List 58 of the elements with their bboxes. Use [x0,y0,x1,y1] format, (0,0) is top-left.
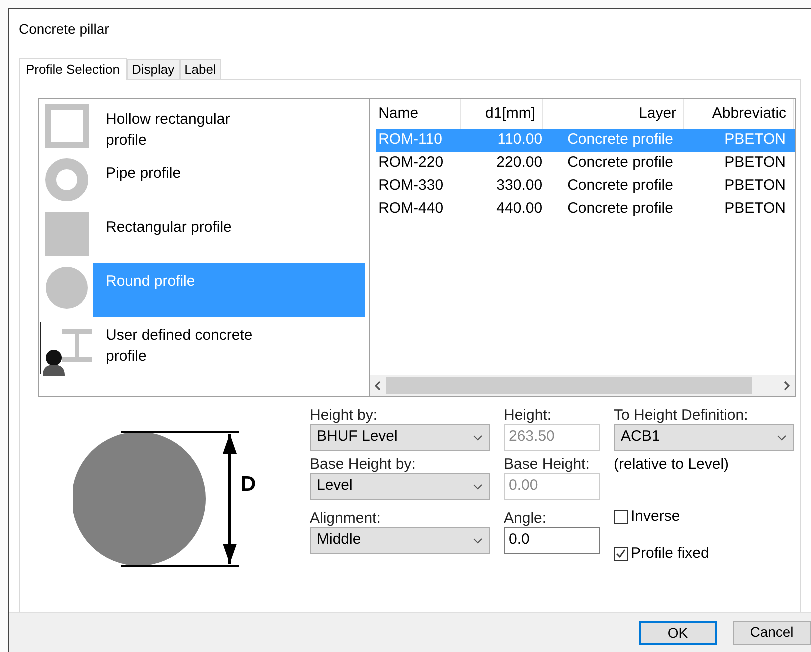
table-cell-text: Concrete profile [566,199,674,220]
table-row[interactable]: ROM-220 220.00 Concrete profile PBETON [376,152,795,175]
field-label: Base Height: [504,456,591,473]
table-cell-text: PBETON [724,153,787,174]
dialog-button[interactable]: Cancel [733,620,811,644]
table-cell-text: PBETON [724,176,787,196]
tab[interactable]: Display [126,59,180,79]
table-cell-text: PBETON [724,130,787,150]
chevron-left-icon [374,380,381,390]
table-cell-text: ROM-330 [378,176,445,196]
table-cell-text: 220.00 [496,153,544,174]
table-cell-text: ROM-440 [378,199,445,220]
table-cell-text: ROM-110 [378,130,444,150]
table-cell-text: ROM-220 [378,153,445,174]
window-title: Concrete pillar [19,20,110,39]
list-item[interactable]: Hollow rectangular profile [93,101,365,155]
scrollbar-thumb[interactable] [386,377,752,394]
dropdown[interactable]: BHUF Level [310,424,490,451]
table-cell-text: Concrete profile [566,176,674,196]
field-label: To Height Definition: [614,407,750,424]
dimension-label: D [241,472,256,498]
field-label: Height by: [310,407,379,424]
ring-icon [45,158,89,202]
field-label: Height: [504,407,553,424]
checkbox[interactable]: Inverse [614,506,794,528]
table-cell-text: PBETON [724,199,787,220]
tab[interactable]: Label [180,59,222,79]
list-item[interactable]: User defined concrete profile [93,317,365,371]
square-icon [45,212,89,256]
chevron-right-icon [784,380,790,390]
table-cell-text: Concrete profile [566,153,674,174]
table-cell-text: Concrete profile [566,130,674,150]
table-cell-text: 110.00 [496,130,544,150]
dropdown[interactable]: Middle [310,527,490,554]
field-label: Base Height by: [310,456,417,473]
chevron-down-icon [777,434,787,440]
dropdown[interactable]: ACB1 [614,424,794,451]
list-item[interactable]: Rectangular profile [93,209,365,263]
table-cell-text: 440.00 [496,199,544,220]
dropdown[interactable]: Level [310,473,490,500]
checkmark-icon [616,548,626,559]
field-label: Alignment: [310,510,382,527]
tab[interactable]: Profile Selection [19,58,127,80]
chevron-down-icon [473,434,483,440]
chevron-down-icon [473,538,483,544]
horizontal-scrollbar[interactable] [370,375,795,396]
input-field[interactable]: 0.0 [504,527,600,554]
checkbox[interactable]: Profile fixed [614,542,794,565]
table-row[interactable]: ROM-440 440.00 Concrete profile PBETON [376,198,795,221]
field-label: Angle: [504,510,548,527]
chevron-down-icon [473,484,483,490]
dialog-button[interactable]: OK [639,620,717,644]
list-item[interactable]: Pipe profile [93,155,365,209]
table-cell-text: 330.00 [496,176,544,196]
circle-icon [45,266,89,310]
note-text: (relative to Level) [614,454,730,474]
table-row[interactable]: ROM-330 330.00 Concrete profile PBETON [376,175,795,198]
hollow-square-icon [45,104,89,148]
